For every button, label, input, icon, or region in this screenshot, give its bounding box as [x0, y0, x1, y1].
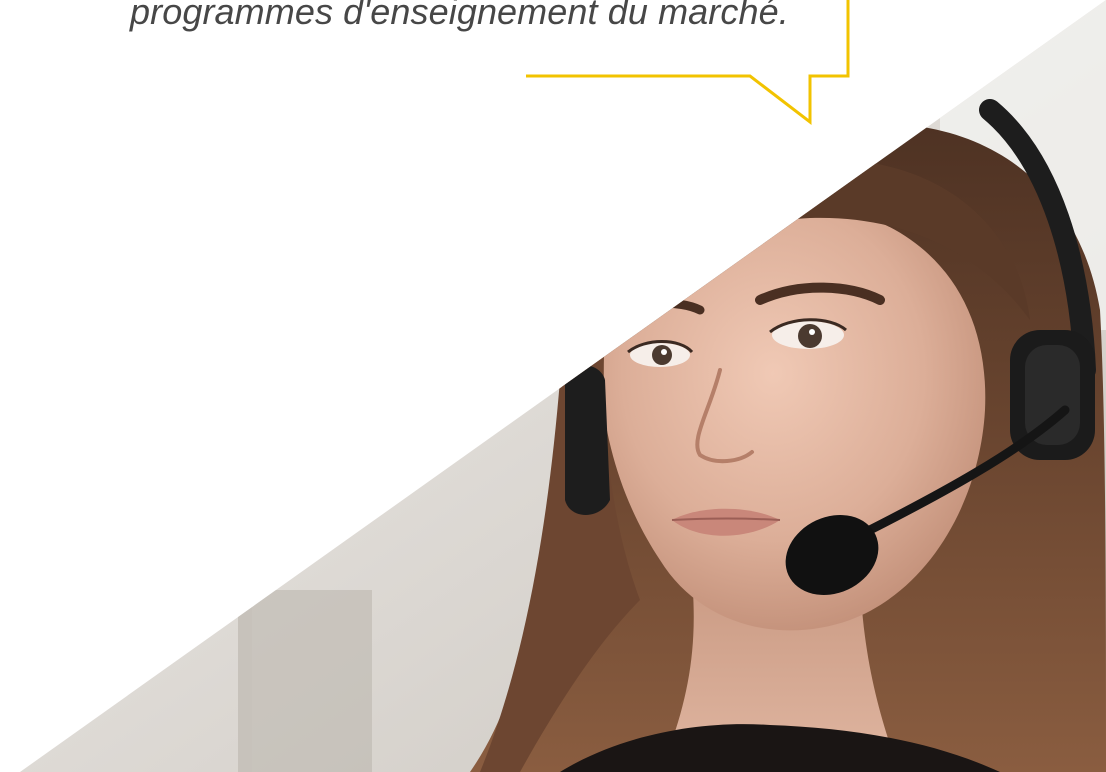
headset-ear-cup-left	[565, 365, 610, 515]
monitor-face	[252, 590, 372, 772]
page: programmes d'enseignement du marché.	[0, 0, 1106, 772]
monitor-edge	[238, 590, 252, 772]
support-agent-photo	[0, 0, 1106, 772]
quote-text: programmes d'enseignement du marché.	[130, 0, 789, 32]
